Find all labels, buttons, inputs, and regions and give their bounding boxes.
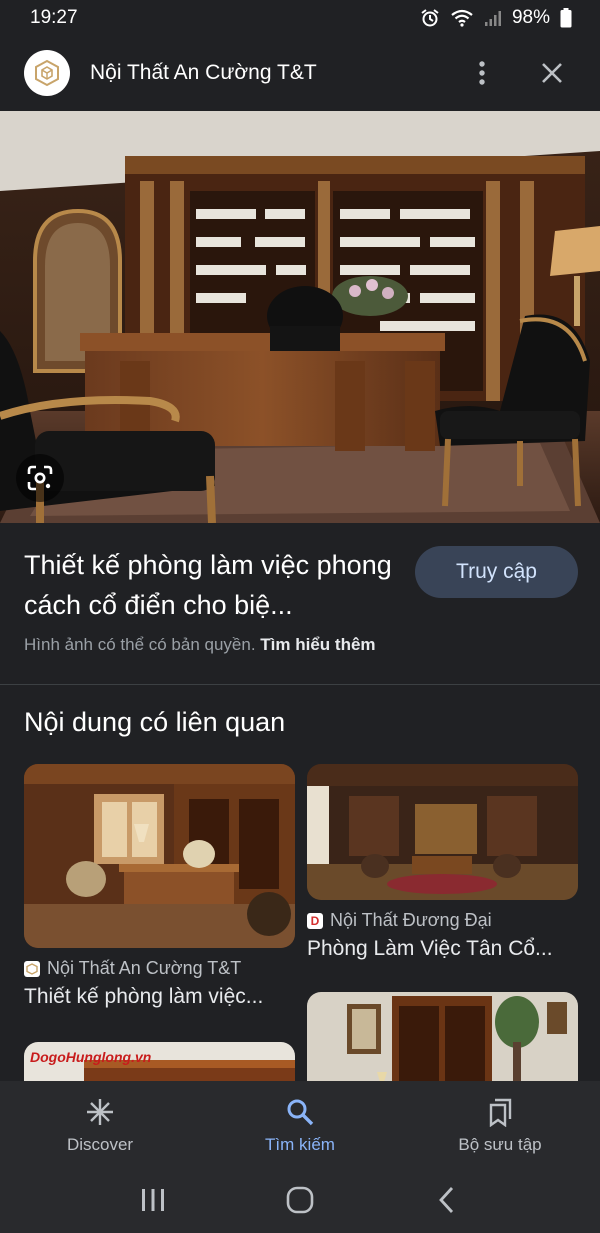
more-vert-icon — [479, 61, 485, 85]
related-card-image[interactable] — [307, 764, 578, 900]
status-bar: 19:27 98% — [0, 0, 600, 36]
close-icon — [542, 63, 562, 83]
asterisk-icon — [87, 1099, 113, 1125]
wifi-icon — [451, 9, 473, 27]
nav-discover[interactable]: Discover — [0, 1081, 200, 1166]
nav-search[interactable]: Tìm kiếm — [200, 1081, 400, 1166]
nav-search-label: Tìm kiếm — [265, 1135, 335, 1154]
system-navigation — [0, 1166, 600, 1233]
related-card-image[interactable] — [24, 764, 295, 948]
watermark-text: DogoHunglong.vn — [30, 1049, 151, 1065]
lens-icon — [27, 465, 53, 491]
copyright-text: Hình ảnh có thể có bản quyền. — [24, 635, 256, 654]
related-card[interactable]: D Nội Thất Đương Đại Phòng Làm Việc Tân … — [307, 764, 578, 961]
learn-more-link[interactable]: Tìm hiểu thêm — [260, 635, 375, 654]
office-interior-image — [0, 111, 600, 523]
alarm-icon — [421, 9, 439, 27]
search-icon — [287, 1099, 314, 1126]
related-image-2 — [307, 764, 578, 900]
bottom-navigation: Discover Tìm kiếm Bộ sưu tập — [0, 1081, 600, 1166]
collections-icon — [489, 1098, 512, 1127]
image-viewer-header: Nội Thất An Cường T&T — [0, 36, 600, 110]
home-button[interactable] — [270, 1175, 330, 1225]
site-logo-icon — [35, 59, 59, 87]
recent-apps-icon — [142, 1188, 165, 1211]
related-card[interactable]: Nội Thất An Cường T&T Thiết kế phòng làm… — [24, 764, 295, 1009]
related-heading: Nội dung có liên quan — [24, 707, 286, 737]
nav-collections[interactable]: Bộ sưu tập — [400, 1081, 600, 1166]
signal-icon — [484, 11, 501, 26]
status-time: 19:27 — [30, 7, 78, 28]
site-name: Nội Thất An Cường T&T — [90, 61, 317, 84]
image-info: Thiết kế phòng làm việc phong cách cổ đi… — [0, 523, 600, 685]
source-logo-icon — [24, 960, 40, 977]
close-button[interactable] — [528, 49, 576, 97]
image-title[interactable]: Thiết kế phòng làm việc phong cách cổ đi… — [24, 545, 404, 625]
related-card-source: Nội Thất An Cường T&T — [24, 958, 295, 979]
related-card-source-name: Nội Thất Đương Đại — [330, 910, 492, 930]
back-button[interactable] — [417, 1175, 477, 1225]
lens-button[interactable] — [16, 454, 64, 502]
copyright-notice: Hình ảnh có thể có bản quyền. Tìm hiểu t… — [24, 635, 376, 655]
source-logo-icon: D — [307, 912, 323, 929]
nav-discover-label: Discover — [66, 1135, 134, 1154]
related-card-source-name: Nội Thất An Cường T&T — [47, 958, 242, 978]
more-options-button[interactable] — [458, 49, 506, 97]
recent-apps-button[interactable] — [123, 1175, 183, 1225]
battery-level: 98% — [511, 7, 550, 28]
site-logo[interactable] — [24, 50, 70, 96]
related-image-1 — [24, 764, 295, 948]
battery-icon — [560, 8, 572, 28]
related-card-source: D Nội Thất Đương Đại — [307, 910, 578, 931]
back-icon — [438, 1186, 453, 1213]
related-card-title[interactable]: Thiết kế phòng làm việc... — [24, 985, 295, 1009]
visit-button[interactable]: Truy cập — [415, 546, 578, 598]
home-icon — [286, 1186, 314, 1213]
main-image[interactable] — [0, 111, 600, 523]
status-icons: 98% — [420, 7, 572, 29]
nav-collections-label: Bộ sưu tập — [458, 1135, 542, 1154]
related-card-title[interactable]: Phòng Làm Việc Tân Cổ... — [307, 937, 578, 961]
